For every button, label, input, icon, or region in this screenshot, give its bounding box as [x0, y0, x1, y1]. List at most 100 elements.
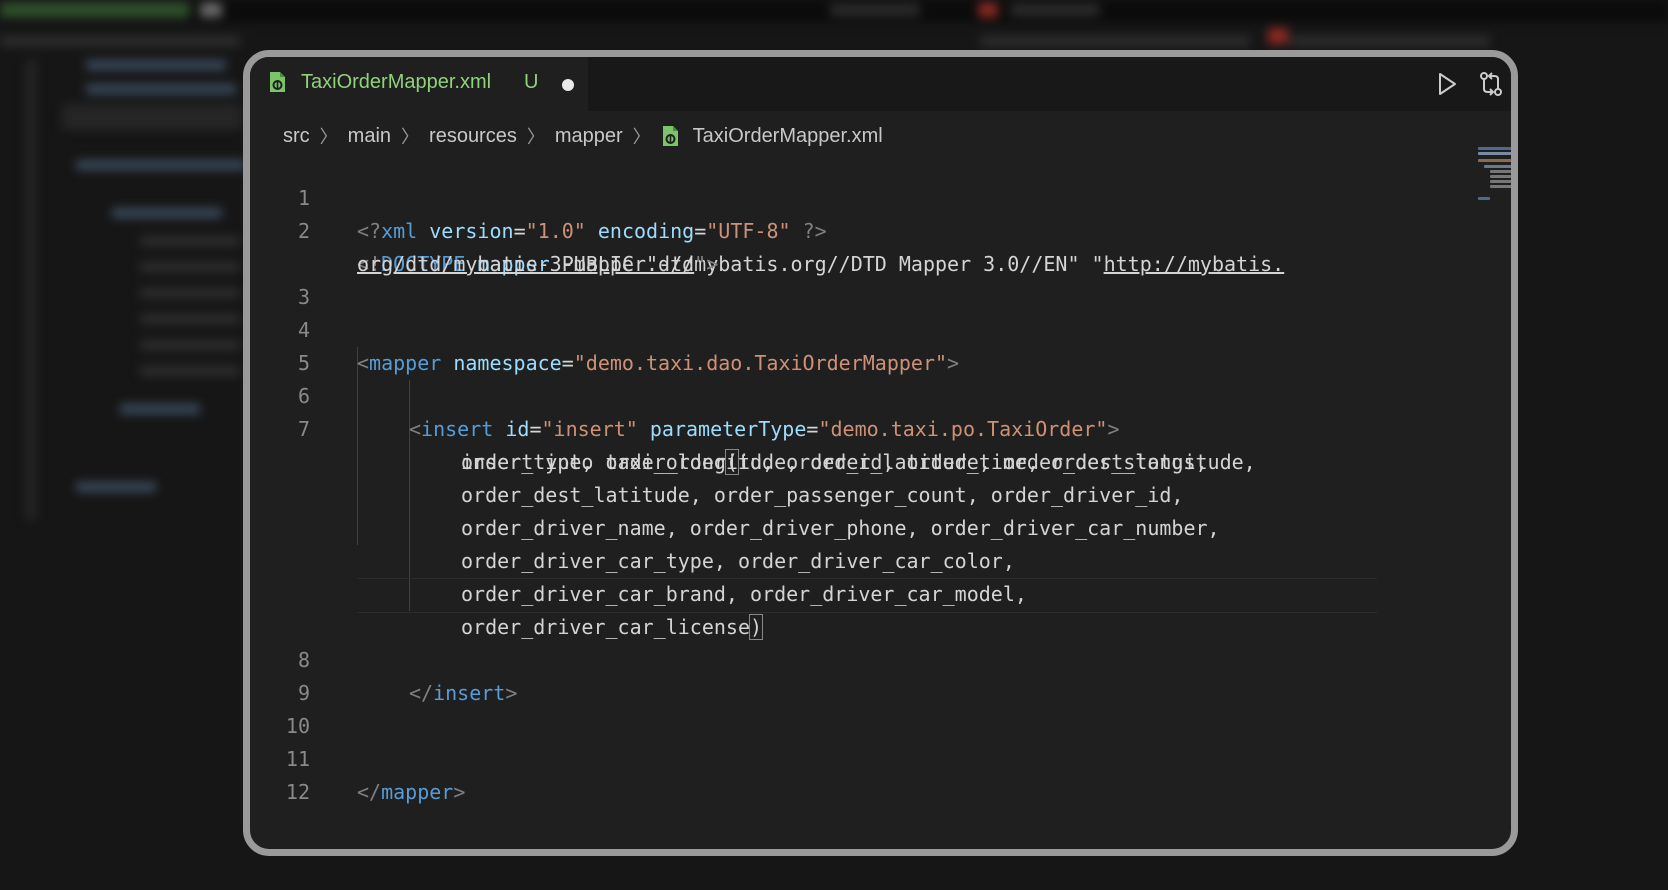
code-line-10: 10: [250, 677, 322, 738]
code-line-5: 5: [250, 314, 322, 375]
code-line-12: 12: [250, 743, 322, 804]
code-line-7-wrap: order_driver_car_type, order_driver_car_…: [250, 512, 1015, 573]
tag-bracket: <: [409, 417, 422, 441]
background-row: [140, 314, 240, 324]
code-line-7-wrap: order_driver_car_brand, order_driver_car…: [250, 545, 1027, 606]
line-number: 12: [285, 780, 310, 804]
minimap-line: [1490, 170, 1511, 173]
sql-text: order_driver_car_license: [461, 615, 750, 639]
background-row: [86, 84, 236, 94]
xml-file-icon: [270, 72, 285, 92]
background-chip: [1010, 4, 1100, 16]
code-line-7-wrap: order_type, order_longitude, order_latit…: [250, 413, 1256, 474]
doctype-url-link[interactable]: org/dtd/mybatis-3-mapper.dtd: [357, 252, 694, 276]
minimap[interactable]: [1478, 147, 1511, 207]
tag-bracket: >: [505, 681, 518, 705]
background-red-chip: [978, 3, 998, 17]
untracked-badge: U: [524, 71, 539, 93]
background-block: [26, 60, 36, 520]
breadcrumb-item-file[interactable]: TaxiOrderMapper.xml: [693, 125, 883, 148]
background-row: [140, 340, 240, 350]
tab-taxi-order-mapper[interactable]: TaxiOrderMapper.xml U: [250, 57, 588, 111]
sql-text: order_driver_car_type, order_driver_car_…: [461, 549, 1015, 573]
breadcrumb-item-resources[interactable]: resources: [429, 125, 517, 148]
background-row: [980, 36, 1250, 46]
code-line-4: 4 <mapper namespace="demo.taxi.dao.TaxiO…: [250, 281, 959, 375]
tab-bar: TaxiOrderMapper.xml U: [250, 57, 1511, 111]
attribute-value: "demo.taxi.dao.TaxiOrderMapper": [573, 351, 948, 375]
equals-sign: =: [561, 351, 574, 375]
unsaved-dot-icon[interactable]: [562, 79, 574, 91]
minimap-line: [1478, 159, 1511, 162]
tag-bracket: >: [947, 351, 960, 375]
background-row: [0, 36, 240, 46]
tag-name: insert: [421, 417, 494, 441]
equals-sign: =: [694, 219, 707, 243]
background-row: [86, 60, 226, 70]
tag-name: mapper: [369, 351, 442, 375]
attribute-name: parameterType: [649, 417, 807, 441]
breadcrumb-item-main[interactable]: main: [348, 125, 391, 148]
code-line-8: 8 </insert>: [250, 611, 517, 705]
attribute-value: "demo.taxi.po.TaxiOrder": [818, 417, 1108, 441]
equals-sign: =: [529, 417, 542, 441]
background-row: [140, 236, 240, 246]
equals-sign: =: [513, 219, 526, 243]
attribute-value: "UTF-8": [706, 219, 791, 243]
tag-bracket: ">: [694, 252, 719, 276]
code-line-7-wrap: order_dest_latitude, order_passenger_cou…: [250, 446, 1183, 507]
minimap-line: [1478, 197, 1490, 200]
minimap-line: [1478, 152, 1511, 155]
minimap-line: [1484, 165, 1511, 168]
background-block: [62, 104, 242, 130]
chevron-right-icon: 〉: [526, 127, 545, 147]
run-icon[interactable]: [1435, 71, 1459, 97]
code-line-3: 3: [250, 248, 322, 309]
sql-text: order_type, order_longitude, order_latit…: [461, 450, 1256, 474]
breadcrumb-item-src[interactable]: src: [283, 125, 310, 148]
minimap-line: [1490, 180, 1511, 183]
breadcrumb-item-mapper[interactable]: mapper: [555, 125, 623, 148]
minimap-line: [1490, 175, 1511, 178]
background-chip: [830, 4, 920, 16]
code-line-11: 11 </mapper>: [250, 710, 465, 804]
background-row: [120, 404, 200, 414]
attribute-name: id: [505, 417, 530, 441]
tag-name: xml: [381, 219, 418, 243]
tab-filename: TaxiOrderMapper.xml: [301, 71, 492, 93]
code-line-2-wrap: org/dtd/mybatis-3-mapper.dtd">: [250, 215, 718, 276]
attribute-name: namespace: [453, 351, 562, 375]
code-line-9: 9: [250, 644, 322, 705]
background-row: [112, 208, 222, 218]
code-line-1: 1 <?xml version="1.0" encoding="UTF-8" ?…: [250, 149, 827, 243]
tag-name: insert: [433, 681, 506, 705]
xml-file-icon: [662, 126, 678, 146]
code-line-7: 7 insert into taxi_order(id, order_id, o…: [250, 380, 1208, 475]
tag-bracket: <: [357, 351, 370, 375]
doctype-url-link[interactable]: http://mybatis.: [1104, 252, 1285, 276]
code-line-7-wrap: order_driver_name, order_driver_phone, o…: [250, 479, 1220, 540]
compare-changes-icon[interactable]: [1478, 71, 1504, 97]
background-white-chip: [200, 3, 222, 17]
sql-text: order_dest_latitude, order_passenger_cou…: [461, 483, 1184, 507]
chevron-right-icon: 〉: [632, 127, 651, 147]
background-row: [140, 288, 240, 298]
sql-text: order_driver_car_brand, order_driver_car…: [461, 582, 1027, 606]
matching-bracket: ): [748, 614, 764, 640]
attribute-value: "1.0": [525, 219, 586, 243]
tag-bracket: </: [357, 780, 382, 804]
background-row: [76, 482, 156, 492]
tag-bracket: <?: [357, 219, 382, 243]
minimap-line: [1490, 185, 1511, 188]
code-line-6: 6 <insert id="insert" parameterType="dem…: [250, 347, 1120, 441]
code-line-7-wrap: order_driver_car_license): [250, 578, 764, 640]
breadcrumb: src 〉 main 〉 resources 〉 mapper 〉 TaxiOr…: [283, 123, 883, 149]
equals-sign: =: [806, 417, 819, 441]
background-row: [76, 160, 246, 170]
attribute-name: version: [429, 219, 514, 243]
tag-bracket: >: [453, 780, 466, 804]
sql-text: order_driver_name, order_driver_phone, o…: [461, 516, 1220, 540]
attribute-value: "insert": [541, 417, 638, 441]
chevron-right-icon: 〉: [319, 127, 338, 147]
background-row: [140, 262, 240, 272]
